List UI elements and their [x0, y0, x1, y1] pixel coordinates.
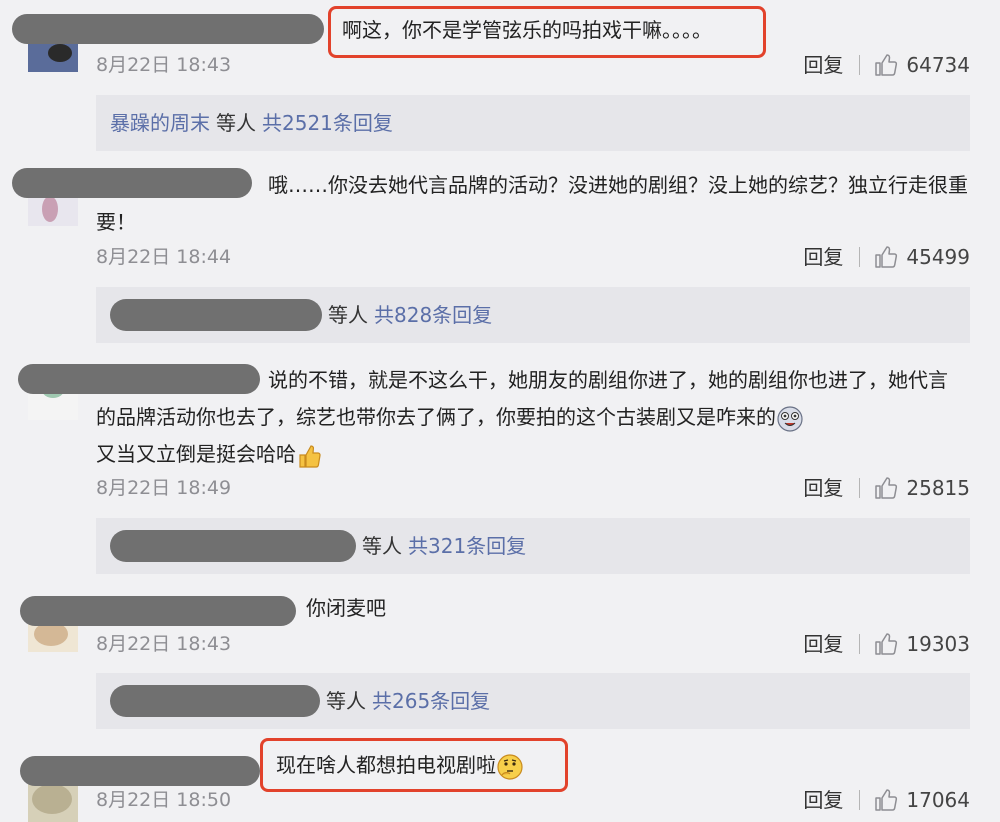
comment-meta: 8月22日 18:50 回复 17064 — [96, 785, 970, 815]
comment-text: 说的不错，就是不这么干，她朋友的剧组你进了，她的剧组你也进了，她代言的品牌活动你… — [96, 362, 960, 473]
thumbs-up-icon[interactable] — [874, 788, 898, 812]
reply-total-link[interactable]: 共828条回复 — [374, 287, 492, 343]
reply-summary[interactable]: 等人 共321条回复 — [96, 518, 970, 574]
comment-time: 8月22日 18:50 — [96, 789, 232, 811]
comment-time: 8月22日 18:43 — [96, 54, 232, 76]
reply-summary[interactable]: 等人 共265条回复 — [96, 673, 970, 729]
username-redacted[interactable] — [20, 756, 260, 786]
like-count: 64734 — [906, 53, 970, 77]
comment-meta: 8月22日 18:43 回复 19303 — [96, 629, 970, 659]
comment-time: 8月22日 18:49 — [96, 477, 232, 499]
thumbs-up-icon[interactable] — [874, 632, 898, 656]
comment-actions: 回复 45499 — [803, 242, 970, 272]
comment-text: 现在啥人都想拍电视剧啦 — [276, 747, 576, 784]
reply-username-redacted[interactable] — [110, 299, 322, 331]
divider — [859, 478, 861, 498]
comment-text-content: 说的不错，就是不这么干，她朋友的剧组你进了，她的剧组你也进了，她代言的品牌活动你… — [96, 368, 948, 429]
comment-time: 8月22日 18:44 — [96, 246, 232, 268]
reply-username[interactable]: 暴躁的周末 — [110, 95, 210, 151]
like-count: 19303 — [906, 632, 970, 656]
reply-username-redacted[interactable] — [110, 685, 320, 717]
comment-meta: 8月22日 18:43 回复 64734 — [96, 50, 970, 80]
comment-text-content: 啊这，你不是学管弦乐的吗拍戏干嘛。。。。 — [342, 18, 712, 42]
like-count: 17064 — [906, 788, 970, 812]
like-count: 25815 — [906, 476, 970, 500]
username-redacted[interactable] — [20, 596, 296, 626]
divider — [859, 55, 861, 75]
comment-actions: 回复 64734 — [803, 50, 970, 80]
thinking-face-emoji-icon — [497, 753, 523, 780]
reply-summary[interactable]: 等人 共828条回复 — [96, 287, 970, 343]
divider — [859, 247, 861, 267]
comment-text: 你闭麦吧 — [306, 590, 606, 627]
comment-meta: 8月22日 18:49 回复 25815 — [96, 473, 970, 503]
thumbs-up-emoji-icon — [299, 444, 321, 468]
thumbs-up-icon[interactable] — [874, 245, 898, 269]
reply-others-label: 等人 — [362, 534, 402, 558]
reply-others-label: 等人 — [326, 689, 366, 713]
reply-button[interactable]: 回复 — [803, 50, 843, 80]
comment-text-content: 你闭麦吧 — [306, 596, 386, 620]
reply-total-link[interactable]: 共321条回复 — [408, 518, 526, 574]
like-count: 45499 — [906, 245, 970, 269]
thumbs-up-icon[interactable] — [874, 53, 898, 77]
reply-button[interactable]: 回复 — [803, 785, 843, 815]
comment-text-content: 哦……你没去她代言品牌的活动？没进她的剧组？没上她的综艺？独立行走很重要！ — [96, 173, 968, 234]
reply-total-link[interactable]: 共2521条回复 — [262, 95, 393, 151]
comment-actions: 回复 19303 — [803, 629, 970, 659]
crazy-face-emoji-icon — [777, 405, 803, 432]
reply-others-label: 等人 — [328, 303, 368, 327]
reply-button[interactable]: 回复 — [803, 242, 843, 272]
comment-meta: 8月22日 18:44 回复 45499 — [96, 242, 970, 272]
reply-button[interactable]: 回复 — [803, 629, 843, 659]
comment-text: 哦……你没去她代言品牌的活动？没进她的剧组？没上她的综艺？独立行走很重要！ — [96, 167, 970, 241]
thumbs-up-icon[interactable] — [874, 476, 898, 500]
reply-username-redacted[interactable] — [110, 530, 356, 562]
comment-time: 8月22日 18:43 — [96, 633, 232, 655]
comment-text-tail: 又当又立倒是挺会哈哈 — [96, 442, 296, 466]
divider — [859, 634, 861, 654]
divider — [859, 790, 861, 810]
comment-actions: 回复 17064 — [803, 785, 970, 815]
username-redacted[interactable] — [12, 14, 324, 44]
comment-text-content: 现在啥人都想拍电视剧啦 — [276, 753, 496, 777]
reply-button[interactable]: 回复 — [803, 473, 843, 503]
reply-summary[interactable]: 暴躁的周末 等人 共2521条回复 — [96, 95, 970, 151]
comment-text: 啊这，你不是学管弦乐的吗拍戏干嘛。。。。 — [342, 12, 802, 49]
comment-actions: 回复 25815 — [803, 473, 970, 503]
reply-others-label: 等人 — [216, 111, 256, 135]
reply-total-link[interactable]: 共265条回复 — [372, 673, 490, 729]
